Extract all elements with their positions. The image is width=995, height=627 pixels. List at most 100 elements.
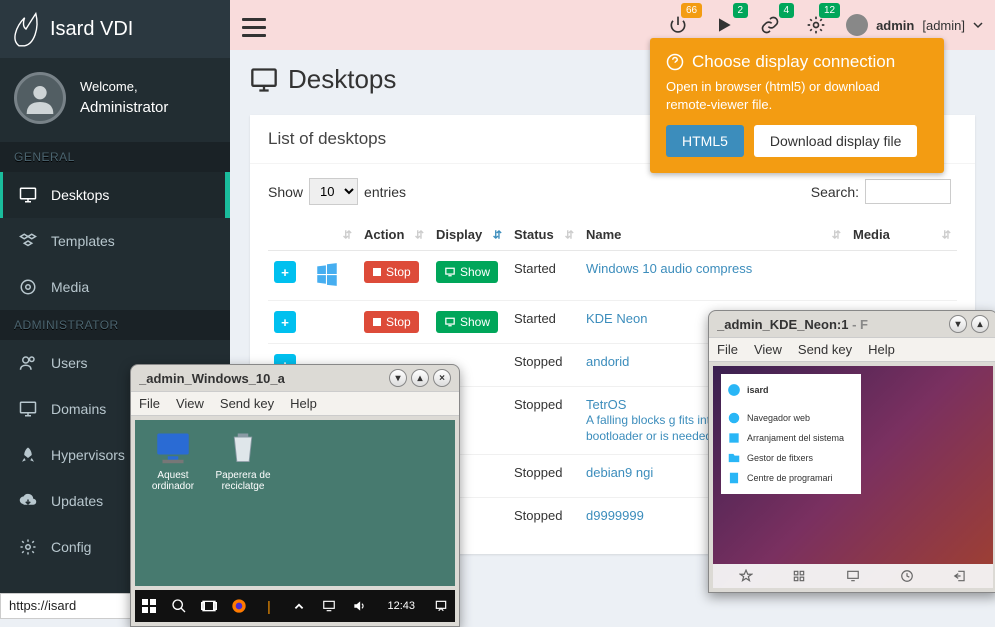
vm-screen[interactable]: Aquest ordinador Paperera de reciclatge [135,420,455,586]
badge: 4 [779,3,795,18]
panel-item[interactable]: Centre de programari [727,468,855,488]
maximize-button[interactable]: ▴ [411,369,429,387]
rocket-icon [17,446,39,464]
name-link[interactable]: TetrOS [586,397,626,412]
menu-sendkey[interactable]: Send key [220,396,274,411]
minimize-button[interactable]: ▾ [949,315,967,333]
popover-title: Choose display connection [692,52,895,72]
brand-logo-icon [12,10,40,48]
status-cell: Started [508,251,580,301]
window-title-suffix: - F [848,317,868,332]
menu-toggle-button[interactable] [242,13,266,37]
sidebar-item-label: Updates [51,493,103,509]
menu-view[interactable]: View [754,342,782,357]
status-cell: Stopped [508,387,580,455]
kde-taskbar[interactable] [713,564,993,588]
cubes-icon [17,232,39,250]
search-label: Search: [811,184,859,200]
name-link[interactable]: d9999999 [586,508,644,523]
remote-viewer-window-kde[interactable]: _admin_KDE_Neon:1 - F ▾ ▴ File View Send… [708,310,995,593]
menubar: File View Send key Help [709,337,995,362]
play-icon[interactable]: 2 [714,15,734,35]
panel-item[interactable]: Arranjament del sistema [727,428,855,448]
section-general: GENERAL [0,142,230,172]
show-button[interactable]: Show [436,311,498,333]
kde-computer-icon[interactable] [846,569,860,583]
sidebar-item-label: Desktops [51,187,109,203]
minimize-button[interactable]: ▾ [389,369,407,387]
desktop-icon-recyclebin[interactable]: Paperera de reciclatge [211,430,275,492]
panel-head: isard [747,385,769,395]
tray-notifications-icon[interactable] [431,596,451,616]
icon-label: Paperera de reciclatge [211,470,275,492]
kde-history-icon[interactable] [900,569,914,583]
tray-monitor-icon[interactable] [319,596,339,616]
icon-label: Aquest ordinador [141,470,205,492]
name-link[interactable]: debian9 ngi [586,465,653,480]
show-button[interactable]: Show [436,261,498,283]
popover-body: Open in browser (html5) or download remo… [666,78,928,113]
page-size-select[interactable]: 10 [309,178,358,205]
close-button[interactable]: × [433,369,451,387]
kde-apps-icon[interactable] [792,569,806,583]
maximize-button[interactable]: ▴ [971,315,989,333]
name-link[interactable]: KDE Neon [586,311,647,326]
vm-screen[interactable]: isard Navegador web Arranjament del sist… [713,366,993,588]
gear-icon[interactable]: 12 [806,15,826,35]
avatar-icon [846,14,868,36]
stop-button[interactable]: Stop [364,261,419,283]
topbar-icons: 66 2 4 12 [668,15,826,35]
sidebar-item-label: Templates [51,233,115,249]
start-icon[interactable] [139,596,159,616]
power-icon[interactable]: 66 [668,15,688,35]
stop-button[interactable]: Stop [364,311,419,333]
remote-viewer-window-windows10[interactable]: _admin_Windows_10_a ▾ ▴ × File View Send… [130,364,460,627]
kde-leave-icon[interactable] [953,569,967,583]
firefox-icon[interactable] [229,596,249,616]
titlebar[interactable]: _admin_KDE_Neon:1 - F ▾ ▴ [709,311,995,337]
html5-button[interactable]: HTML5 [666,125,744,157]
question-icon [666,53,684,71]
col-display[interactable]: Display [436,227,482,242]
search-icon[interactable] [169,596,189,616]
user-menu[interactable]: admin [admin] [846,14,983,36]
panel-item[interactable]: Navegador web [727,408,855,428]
user-name: Administrator [80,97,168,118]
tray-up-icon[interactable] [289,596,309,616]
download-display-file-button[interactable]: Download display file [754,125,918,157]
col-media[interactable]: Media [853,227,890,242]
col-name[interactable]: Name [586,227,621,242]
windows-taskbar[interactable]: | 12:43 [135,590,455,622]
sidebar-item-desktops[interactable]: Desktops [0,172,230,218]
col-status[interactable]: Status [514,227,554,242]
desktop-icon [17,186,39,204]
kde-start-panel[interactable]: isard Navegador web Arranjament del sist… [721,374,861,494]
user-role: [admin] [922,18,965,33]
menu-help[interactable]: Help [290,396,317,411]
window-title: _admin_Windows_10_a [139,371,385,386]
taskview-icon[interactable] [199,596,219,616]
badge: 2 [733,3,749,18]
menu-file[interactable]: File [717,342,738,357]
kde-star-icon[interactable] [739,569,753,583]
expand-button[interactable]: + [274,261,296,283]
titlebar[interactable]: _admin_Windows_10_a ▾ ▴ × [131,365,459,391]
name-link[interactable]: Windows 10 audio compress [586,261,752,276]
sidebar-item-media[interactable]: Media [0,264,230,310]
col-action[interactable]: Action [364,227,404,242]
menu-help[interactable]: Help [868,342,895,357]
expand-button[interactable]: + [274,311,296,333]
panel-item[interactable]: Gestor de fitxers [727,448,855,468]
menu-file[interactable]: File [139,396,160,411]
search-input[interactable] [865,179,951,204]
menu-sendkey[interactable]: Send key [798,342,852,357]
menu-view[interactable]: View [176,396,204,411]
sidebar-item-templates[interactable]: Templates [0,218,230,264]
table-row: + Stop Show Started Windows 10 audio compres… [268,251,957,301]
desktop-icon-pc[interactable]: Aquest ordinador [141,430,205,492]
gear-icon [17,538,39,556]
table-controls: Show 10 entries Search: [268,178,957,205]
link-icon[interactable]: 4 [760,15,780,35]
tray-volume-icon[interactable] [349,596,369,616]
name-link[interactable]: andorid [586,354,629,369]
